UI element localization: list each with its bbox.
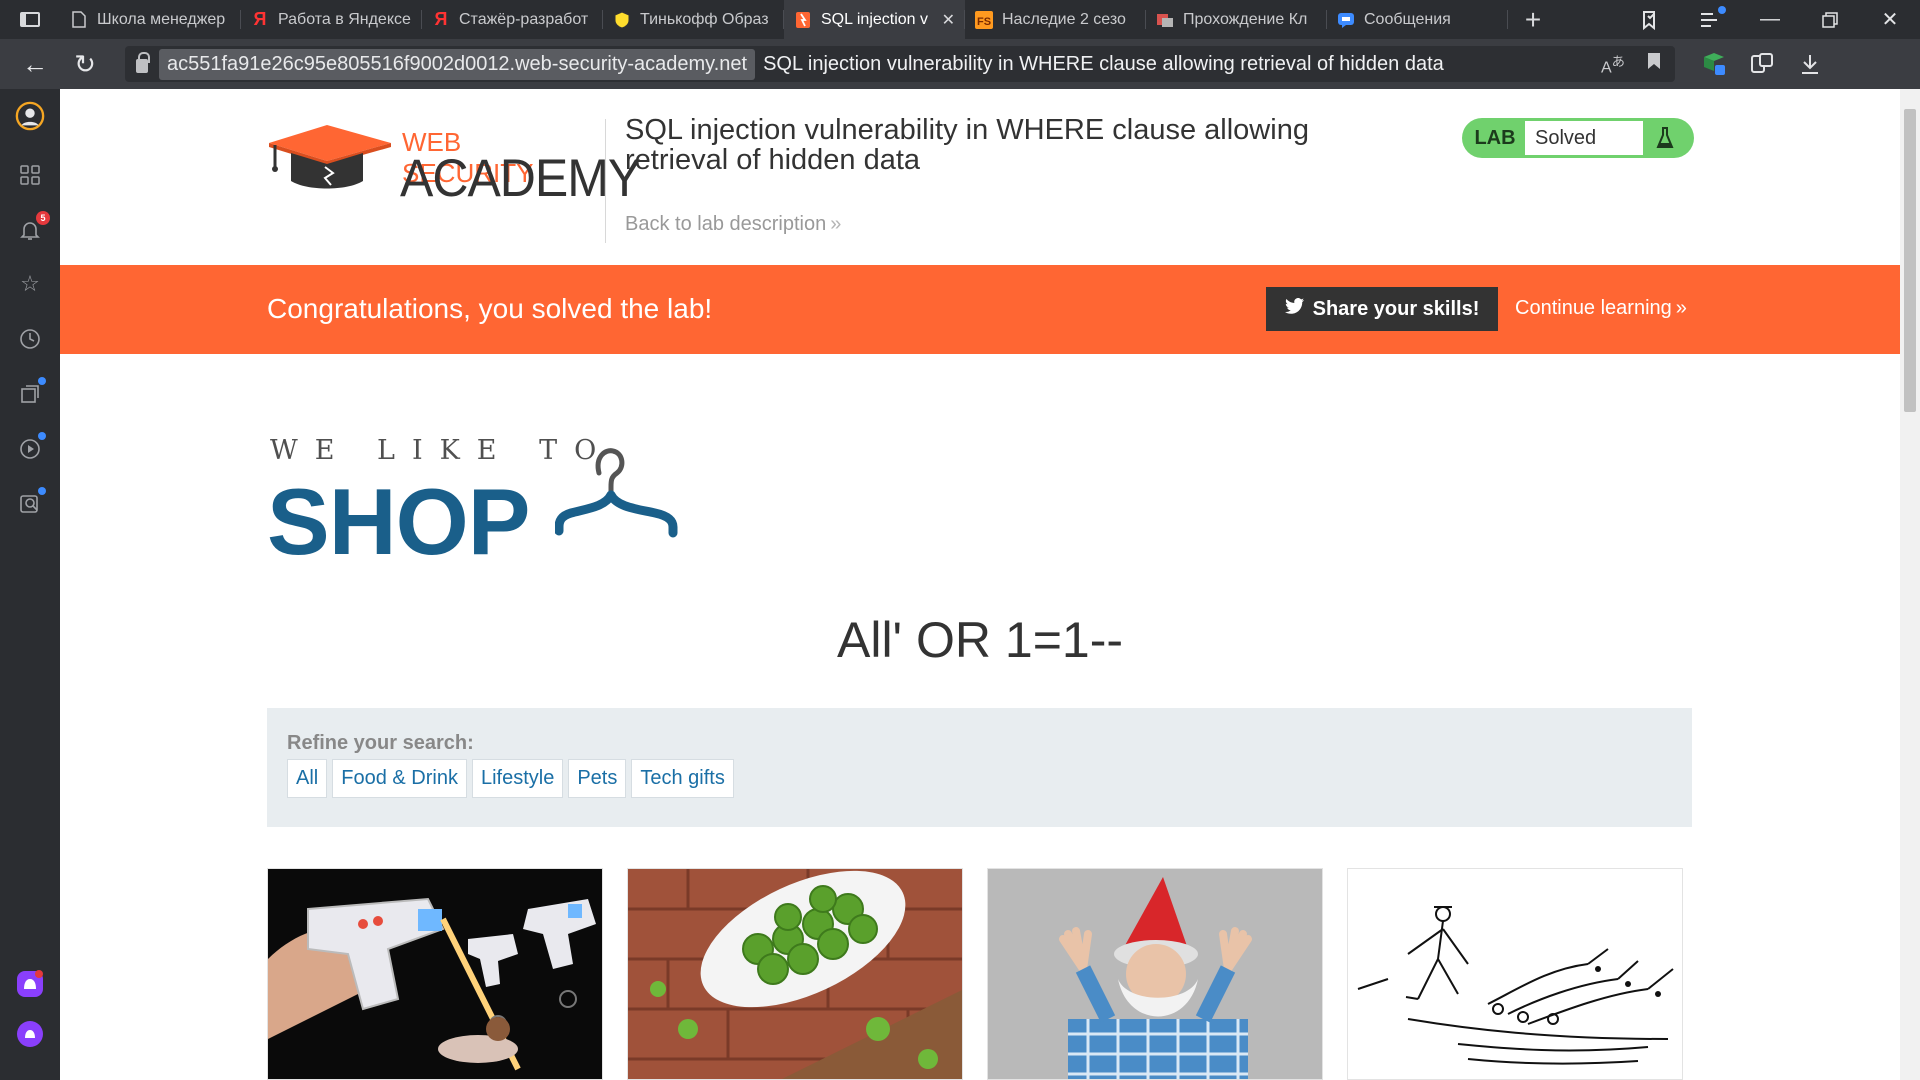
filter-lifestyle[interactable]: Lifestyle bbox=[471, 759, 564, 798]
page-icon bbox=[70, 11, 88, 29]
browser-sidebar: 5 ☆ bbox=[0, 89, 60, 1080]
url-domain: ac551fa91e26c95e805516f9002d0012.web-sec… bbox=[159, 48, 756, 80]
academy-header: WEB SECURITY ACADEMY SQL injection vulne… bbox=[60, 89, 1900, 265]
collections-icon[interactable] bbox=[1620, 0, 1680, 39]
portswigger-icon bbox=[794, 11, 812, 29]
tab-6[interactable]: Прохождение Кл bbox=[1146, 0, 1327, 39]
page-content: WEB SECURITY ACADEMY SQL injection vulne… bbox=[60, 89, 1900, 1080]
extension-icon[interactable] bbox=[1699, 49, 1729, 79]
image-search-icon[interactable] bbox=[15, 487, 46, 519]
search-results-heading: All' OR 1=1-- bbox=[836, 612, 1123, 668]
coat-hanger-icon bbox=[555, 448, 678, 538]
refine-search-label: Refine your search: bbox=[287, 732, 474, 754]
notification-dot bbox=[1718, 6, 1726, 14]
close-tab-icon[interactable]: ✕ bbox=[942, 10, 955, 30]
history-icon[interactable] bbox=[15, 324, 45, 354]
filter-all[interactable]: All bbox=[287, 759, 328, 798]
lab-status: Solved bbox=[1525, 121, 1643, 155]
flask-icon bbox=[1643, 121, 1687, 155]
we-like-to-shop-logo[interactable]: WE LIKE TO SHOP bbox=[267, 435, 717, 574]
page-scrollbar[interactable] bbox=[1900, 89, 1920, 1080]
tab-5[interactable]: FS Наследие 2 сезо bbox=[965, 0, 1146, 39]
tab-0[interactable]: Школа менеджер bbox=[60, 0, 241, 39]
filter-pets[interactable]: Pets bbox=[568, 759, 627, 798]
close-window-button[interactable]: ✕ bbox=[1860, 0, 1920, 39]
reader-icon[interactable] bbox=[1747, 49, 1777, 79]
notifications-icon[interactable]: 5 bbox=[15, 211, 50, 245]
tab-7[interactable]: Сообщения bbox=[1327, 0, 1508, 39]
yandex-icon: Я bbox=[253, 9, 267, 29]
bookmark-icon[interactable] bbox=[1647, 52, 1661, 75]
filter-tech-gifts[interactable]: Tech gifts bbox=[631, 759, 734, 798]
lab-status-badge: LAB Solved bbox=[1462, 118, 1694, 158]
reload-icon[interactable]: ↻ bbox=[60, 39, 110, 89]
tab-2[interactable]: Я Стажёр-разработ bbox=[422, 0, 603, 39]
product-image-gnome[interactable] bbox=[987, 868, 1323, 1080]
tab-4[interactable]: SQL injection v ✕ bbox=[784, 0, 965, 39]
lab-title: SQL injection vulnerability in WHERE cla… bbox=[625, 114, 1309, 176]
continue-link-label: Continue learning bbox=[1515, 297, 1672, 319]
tab-menu-icon[interactable] bbox=[1680, 0, 1740, 39]
back-icon[interactable]: ← bbox=[10, 39, 60, 89]
messenger-icon[interactable] bbox=[15, 969, 45, 999]
tab-1[interactable]: Я Работа в Яндексе bbox=[241, 0, 422, 39]
product-image-brussels-sprouts[interactable] bbox=[627, 868, 963, 1080]
collections-sidebar-icon[interactable] bbox=[15, 377, 46, 409]
header-divider bbox=[605, 119, 606, 243]
svg-text:FS: FS bbox=[977, 16, 991, 28]
notification-dot bbox=[38, 432, 46, 440]
address-bar[interactable]: ac551fa91e26c95e805516f9002d0012.web-sec… bbox=[125, 46, 1675, 82]
minimize-button[interactable]: — bbox=[1740, 0, 1800, 39]
graduation-cap-icon bbox=[269, 125, 391, 189]
alice-assistant-icon[interactable] bbox=[15, 1019, 45, 1049]
lab-label: LAB bbox=[1474, 126, 1516, 149]
tab-3[interactable]: Тинькофф Образ bbox=[603, 0, 784, 39]
address-bar-row: ← ↻ ac551fa91e26c95e805516f9002d0012.web… bbox=[0, 39, 1920, 89]
product-image-laser-guns[interactable] bbox=[267, 868, 603, 1080]
solved-message: Congratulations, you solved the lab! bbox=[267, 293, 713, 324]
twitter-icon bbox=[1284, 297, 1305, 321]
url-page-title: SQL injection vulnerability in WHERE cla… bbox=[763, 52, 1444, 75]
continue-learning-link[interactable]: Continue learning» bbox=[1515, 297, 1687, 320]
video-icon[interactable] bbox=[15, 432, 46, 464]
new-tab-button[interactable]: + bbox=[1508, 0, 1558, 39]
profile-icon[interactable] bbox=[15, 101, 45, 131]
tinkoff-icon bbox=[613, 10, 631, 29]
filter-food-drink[interactable]: Food & Drink bbox=[332, 759, 467, 798]
notification-count-badge: 5 bbox=[36, 211, 50, 225]
game-icon bbox=[1156, 11, 1174, 29]
refine-search-panel: Refine your search: All Food & Drink Lif… bbox=[267, 708, 1692, 827]
yandex-icon: Я bbox=[434, 9, 448, 29]
translate-icon[interactable]: Aあ bbox=[1601, 51, 1625, 77]
messages-icon bbox=[1337, 11, 1355, 29]
web-security-academy-logo[interactable]: WEB SECURITY ACADEMY bbox=[267, 123, 641, 208]
favorites-icon[interactable]: ☆ bbox=[15, 269, 45, 299]
notification-dot bbox=[38, 487, 46, 495]
fs-icon: FS bbox=[975, 10, 993, 29]
share-skills-button[interactable]: Share your skills! bbox=[1266, 287, 1498, 331]
share-button-label: Share your skills! bbox=[1312, 297, 1480, 320]
download-icon[interactable] bbox=[1795, 49, 1825, 79]
notification-dot bbox=[38, 377, 46, 385]
lock-icon[interactable] bbox=[125, 52, 159, 73]
lab-solved-banner: Congratulations, you solved the lab! Sha… bbox=[60, 265, 1900, 354]
double-chevron-right-icon: » bbox=[1675, 297, 1687, 319]
back-link-label: Back to lab description bbox=[625, 213, 827, 235]
services-grid-icon[interactable] bbox=[15, 160, 45, 190]
browser-tab-bar: Школа менеджер Я Работа в Яндексе Я Стаж… bbox=[0, 0, 1920, 39]
double-chevron-right-icon: » bbox=[830, 213, 842, 235]
sidebar-toggle-icon[interactable] bbox=[0, 0, 60, 39]
shop-logo-text: SHOP bbox=[267, 469, 530, 574]
product-image-skating-illustration[interactable] bbox=[1347, 868, 1683, 1080]
back-to-lab-description-link[interactable]: Back to lab description» bbox=[625, 213, 841, 236]
scrollbar-thumb[interactable] bbox=[1904, 109, 1916, 412]
restore-button[interactable] bbox=[1800, 0, 1860, 39]
category-filters: All Food & Drink Lifestyle Pets Tech gif… bbox=[287, 759, 734, 798]
